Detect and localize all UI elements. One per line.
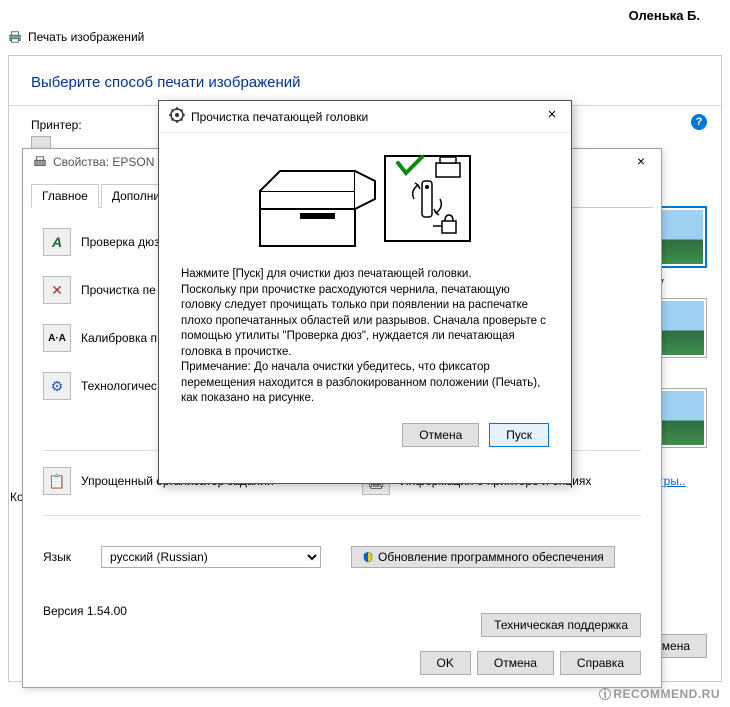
- close-button[interactable]: ×: [629, 153, 653, 173]
- user-name: Оленька Б.: [629, 8, 700, 23]
- printer-icon: [33, 155, 47, 169]
- dialog-titlebar: Прочистка печатающей головки: [159, 101, 571, 133]
- cancel-button[interactable]: Отмена: [477, 651, 554, 675]
- help-icon[interactable]: ?: [691, 114, 707, 130]
- language-row: Язык русский (Russian) Обновление програ…: [43, 546, 641, 568]
- dialog-body: Нажмите [Пуск] для очистки дюз печатающе…: [159, 133, 571, 457]
- calibration-icon: A·A: [43, 324, 71, 352]
- language-select[interactable]: русский (Russian): [101, 546, 321, 568]
- tool-label: Проверка дюз: [81, 235, 160, 249]
- nozzle-check-icon: A: [43, 228, 71, 256]
- close-button[interactable]: ×: [539, 104, 565, 126]
- cleaning-illustration: [250, 151, 480, 261]
- tool-label: Технологичес: [81, 379, 157, 393]
- start-button[interactable]: Пуск: [489, 423, 549, 447]
- organizer-icon: 📋: [43, 467, 71, 495]
- head-cleaning-dialog: Прочистка печатающей головки ×: [158, 100, 572, 484]
- printer-icon: [8, 30, 22, 44]
- shield-icon: [362, 551, 374, 563]
- dialog-buttons: Отмена Пуск: [181, 423, 549, 447]
- wizard-header: Выберите способ печати изображений: [9, 56, 721, 106]
- divider: [43, 515, 641, 516]
- cancel-button[interactable]: Отмена: [402, 423, 479, 447]
- watermark: iRECOMMEND.RU: [599, 687, 720, 701]
- top-bar: Печать изображений: [8, 30, 144, 44]
- update-software-button[interactable]: Обновление программного обеспечения: [351, 546, 615, 568]
- tech-support-button[interactable]: Техническая поддержка: [481, 613, 641, 637]
- tab-main[interactable]: Главное: [31, 184, 99, 208]
- dialog-text: Нажмите [Пуск] для очистки дюз печатающе…: [181, 267, 549, 407]
- cleaning-icon: ✕: [43, 276, 71, 304]
- top-bar-title: Печать изображений: [28, 30, 144, 44]
- ok-button[interactable]: OK: [420, 651, 471, 675]
- help-button[interactable]: Справка: [560, 651, 641, 675]
- properties-title-text: Свойства: EPSON L: [53, 155, 164, 169]
- dialog-title-text: Прочистка печатающей головки: [191, 110, 368, 124]
- tool-label: Калибровка п: [81, 331, 157, 345]
- properties-buttons: OK Отмена Справка: [420, 651, 641, 675]
- language-label: Язык: [43, 550, 71, 564]
- tech-icon: ⚙: [43, 372, 71, 400]
- gear-icon: [169, 107, 185, 126]
- update-button-label: Обновление программного обеспечения: [378, 550, 604, 564]
- info-icon: i: [599, 688, 611, 700]
- tool-label: Прочистка пе: [81, 283, 156, 297]
